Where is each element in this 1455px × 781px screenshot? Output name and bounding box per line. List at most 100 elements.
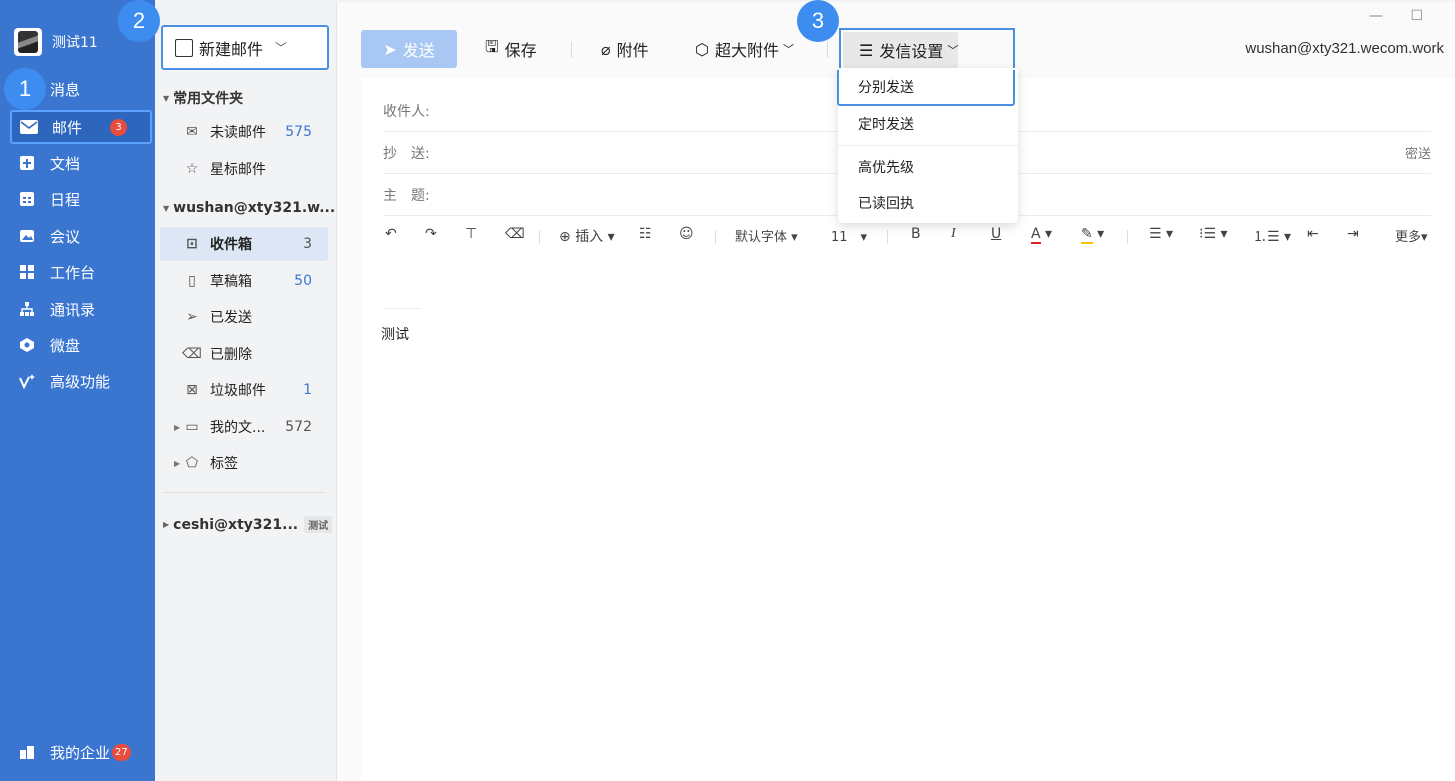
account-header[interactable]: ▼ wushan@xty321.w... xyxy=(163,200,335,216)
expand-icon[interactable]: ▶ xyxy=(174,423,180,432)
sender-account[interactable]: wushan@xty321.wecom.work xyxy=(1245,40,1444,57)
nav-item-company[interactable]: 我的企业 27 xyxy=(10,735,152,769)
toolbar-divider xyxy=(571,42,572,58)
draft-icon: ▯ xyxy=(188,273,196,289)
font-color-icon[interactable]: A ▾ xyxy=(1031,226,1052,244)
insert-dropdown[interactable]: ⊕ 插入 ▾ xyxy=(559,226,615,246)
font-select[interactable]: 默认字体 ▾ xyxy=(735,226,798,245)
send-settings-inner[interactable]: ☰ 发信设置 ﹀ xyxy=(843,32,959,68)
indent-icon[interactable]: ⇥ xyxy=(1347,226,1359,242)
nav-item-label: 高级功能 xyxy=(50,372,111,391)
send-settings-icon: ☰ xyxy=(859,40,874,60)
folder-label: 草稿箱 xyxy=(210,274,252,290)
menu-item-scheduled-send[interactable]: 定时发送 xyxy=(838,106,1018,142)
second-account-header[interactable]: ▶ ceshi@xty321... 测试 xyxy=(163,516,333,533)
nav-item-contacts[interactable]: 通讯录 xyxy=(10,292,152,326)
folder-inbox[interactable]: ⊡ 收件箱 3 xyxy=(160,227,328,261)
bcc-link[interactable]: 密送 xyxy=(1405,143,1431,162)
nav-item-label: 会议 xyxy=(50,227,81,246)
section-label: 常用文件夹 xyxy=(173,91,244,107)
font-size-select[interactable]: 11 ▾ xyxy=(831,226,867,245)
folder-sent[interactable]: ➢ 已发送 xyxy=(160,300,328,334)
nav-item-advanced[interactable]: 高级功能 xyxy=(10,364,152,398)
menu-item-separate-send[interactable]: 分别发送 xyxy=(837,70,1015,106)
menu-divider xyxy=(838,145,1018,146)
format-painter-icon[interactable]: ⊤ xyxy=(465,226,477,242)
folder-spam[interactable]: ⊠ 垃圾邮件 1 xyxy=(160,373,328,407)
folder-deleted[interactable]: ⌫ 已删除 xyxy=(160,337,328,371)
bold-icon[interactable]: B xyxy=(911,226,921,242)
drive-icon xyxy=(18,336,36,354)
nav-item-label: 文档 xyxy=(50,154,81,173)
to-label: 收件人: xyxy=(383,103,430,120)
nav-item-drive[interactable]: 微盘 xyxy=(10,328,152,362)
nav-item-calendar[interactable]: 日程 xyxy=(10,182,152,216)
send-button[interactable]: ➤ 发送 xyxy=(361,30,457,68)
nav-item-workbench[interactable]: 工作台 xyxy=(10,255,152,289)
menu-item-read-receipt[interactable]: 已读回执 xyxy=(838,185,1018,221)
folder-drafts[interactable]: ▯ 草稿箱 50 xyxy=(160,264,328,298)
underline-icon[interactable]: U xyxy=(991,226,1001,242)
mail-icon xyxy=(20,118,38,136)
nav-item-docs[interactable]: 文档 xyxy=(10,146,152,180)
common-folders-header[interactable]: ▼ 常用文件夹 xyxy=(163,88,243,108)
section-label: ceshi@xty321... xyxy=(173,516,299,533)
expand-icon[interactable]: ▶ xyxy=(174,459,180,468)
menu-item-label: 分别发送 xyxy=(858,80,914,96)
folder-starred[interactable]: ☆ 星标邮件 xyxy=(160,152,328,186)
attach-button[interactable]: ⌀ 附件 xyxy=(601,30,649,68)
bullet-list-icon[interactable]: ⁝☰ ▾ xyxy=(1199,226,1227,242)
send-settings-menu: 分别发送 定时发送 高优先级 已读回执 xyxy=(837,68,1018,223)
redo-icon[interactable]: ↷ xyxy=(425,226,437,242)
compose-icon xyxy=(175,38,193,57)
divider xyxy=(715,230,716,244)
undo-icon[interactable]: ↶ xyxy=(385,226,397,242)
save-button[interactable]: 🖫 保存 xyxy=(485,30,537,68)
folder-label: 标签 xyxy=(210,456,238,472)
template-icon[interactable]: ☷ xyxy=(639,226,652,242)
attach-label: 附件 xyxy=(616,41,649,60)
toolbar-divider xyxy=(827,42,828,58)
user-profile[interactable]: 测试11 xyxy=(14,28,98,56)
avatar[interactable] xyxy=(14,28,42,56)
send-settings-label: 发信设置 xyxy=(879,42,944,61)
italic-icon[interactable]: I xyxy=(951,226,956,242)
unread-badge: 3 xyxy=(110,118,128,136)
compose-button[interactable]: 新建邮件 ﹀ xyxy=(161,25,329,70)
folder-tags[interactable]: ▶ ⬠ 标签 xyxy=(160,446,328,480)
star-icon: ☆ xyxy=(185,161,199,177)
cc-label: 抄 送: xyxy=(383,145,430,162)
nav-item-label: 通讯录 xyxy=(50,300,96,319)
sent-icon: ➢ xyxy=(186,309,198,325)
step-marker-2: 2 xyxy=(118,0,160,42)
folder-count: 572 xyxy=(285,419,312,435)
outdent-icon[interactable]: ⇤ xyxy=(1307,226,1319,242)
folder-label: 已发送 xyxy=(210,310,252,326)
chevron-down-icon[interactable]: ﹀ xyxy=(275,39,287,56)
minimize-icon[interactable]: — xyxy=(1369,8,1383,24)
app-sidebar: 测试11 消息 邮件 3 文档 日程 会议 工作台 通讯录 微盘 高级功能 我的… xyxy=(0,0,155,781)
align-icon[interactable]: ☰ ▾ xyxy=(1149,226,1173,242)
chevron-down-icon: ﹀ xyxy=(782,43,794,56)
more-dropdown[interactable]: 更多▾ xyxy=(1395,226,1428,245)
nav-item-meeting[interactable]: 会议 xyxy=(10,219,152,253)
maximize-icon[interactable]: ☐ xyxy=(1410,8,1423,24)
tag-icon: ⬠ xyxy=(185,455,199,471)
save-icon: 🖫 xyxy=(485,36,499,56)
menu-item-high-priority[interactable]: 高优先级 xyxy=(838,149,1018,185)
folder-my-folders[interactable]: ▶ ▭ 我的文... 572 xyxy=(160,410,328,444)
nav-item-label: 工作台 xyxy=(50,263,96,282)
folder-label: 已删除 xyxy=(210,347,252,363)
nav-item-mail[interactable]: 邮件 3 xyxy=(10,110,152,144)
eraser-icon[interactable]: ⌫ xyxy=(505,226,525,242)
folder-unread[interactable]: ✉ 未读邮件 575 xyxy=(160,115,328,149)
send-settings-button[interactable]: ☰ 发信设置 ﹀ xyxy=(839,28,1015,68)
numbered-list-icon[interactable]: ⒈☰ ▾ xyxy=(1253,226,1291,246)
message-body[interactable]: 测试 xyxy=(381,324,409,344)
highlight-icon[interactable]: ✎ ▾ xyxy=(1081,226,1104,244)
divider xyxy=(1127,230,1128,244)
folder-count: 1 xyxy=(303,382,312,398)
emoji-icon[interactable]: ☺ xyxy=(679,226,694,242)
app-window: 测试11 消息 邮件 3 文档 日程 会议 工作台 通讯录 微盘 高级功能 我的… xyxy=(0,0,1455,781)
big-attach-button[interactable]: ⬡ 超大附件 ﹀ xyxy=(695,30,794,68)
